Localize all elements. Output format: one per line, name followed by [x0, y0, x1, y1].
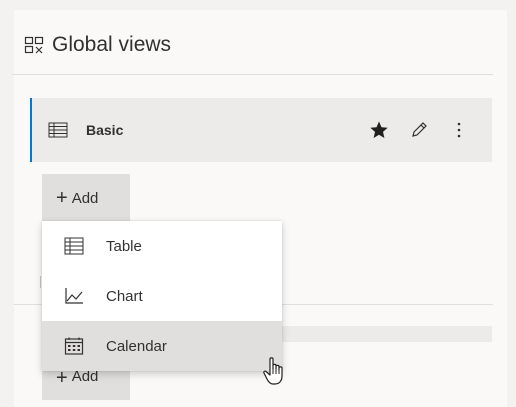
add-button-label: Add: [71, 189, 99, 207]
more-options-icon[interactable]: [448, 119, 470, 141]
line-chart-icon: [65, 288, 83, 304]
add-view-button[interactable]: + Add: [42, 174, 130, 222]
header-divider: [12, 74, 493, 75]
menu-item-label: Chart: [106, 287, 143, 305]
section-header: Global views: [24, 30, 171, 60]
view-item-label: Basic: [86, 122, 124, 138]
add-view-menu: Table Chart Calendar: [42, 221, 282, 371]
view-item-basic[interactable]: Basic: [30, 98, 492, 162]
table-icon: [48, 122, 68, 138]
table-icon: [64, 237, 84, 255]
plus-icon: +: [56, 367, 68, 389]
menu-item-calendar[interactable]: Calendar: [42, 321, 282, 371]
menu-item-label: Table: [106, 237, 142, 255]
menu-item-chart[interactable]: Chart: [42, 271, 282, 321]
page-title: Global views: [52, 33, 172, 56]
calendar-icon: [64, 337, 84, 355]
divider-tick: [40, 276, 41, 288]
views-gallery-icon: [24, 36, 44, 54]
plus-icon: +: [56, 187, 68, 209]
hand-pointer-cursor-icon: [263, 357, 283, 385]
menu-item-label: Calendar: [106, 337, 167, 355]
edit-pencil-icon[interactable]: [408, 119, 430, 141]
favorite-star-icon[interactable]: [368, 119, 390, 141]
menu-item-table[interactable]: Table: [42, 221, 282, 271]
